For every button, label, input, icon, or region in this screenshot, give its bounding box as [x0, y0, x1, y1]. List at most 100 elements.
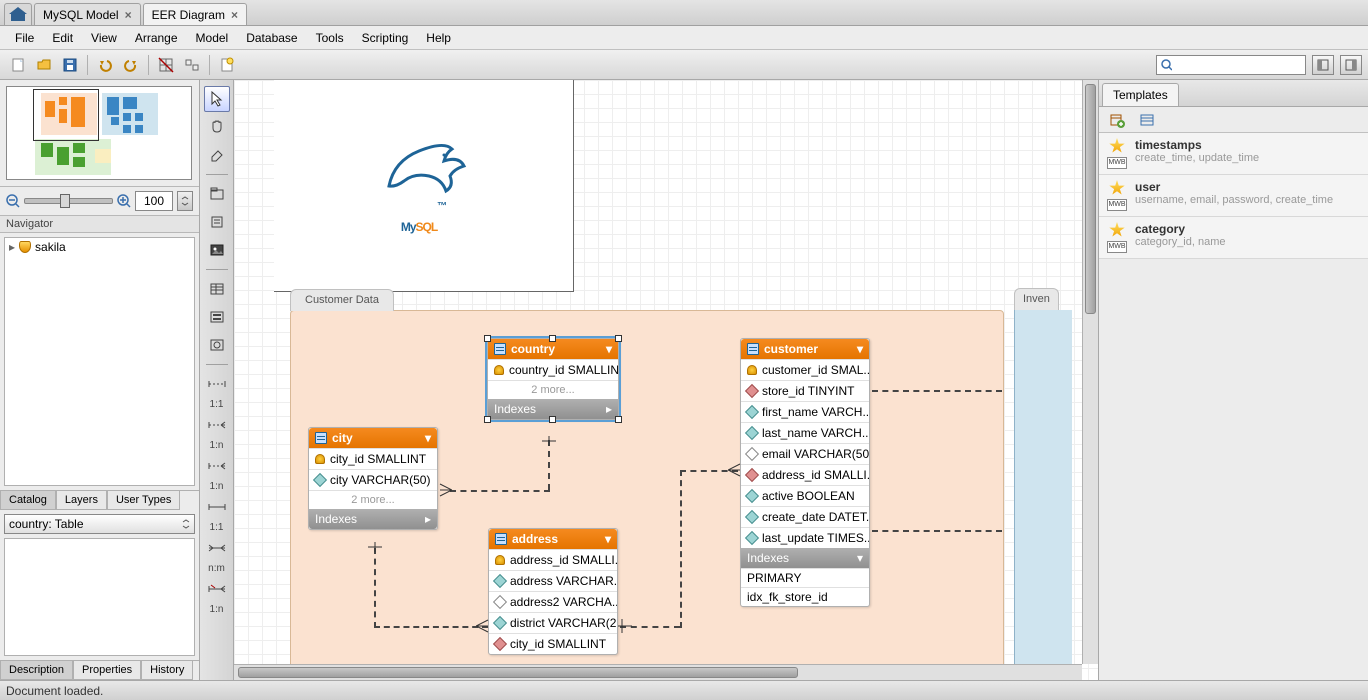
- tool-rel-1n-nonid[interactable]: [204, 412, 230, 438]
- table-column[interactable]: active BOOLEAN: [741, 485, 869, 506]
- horizontal-scrollbar[interactable]: [234, 664, 1082, 680]
- indexes-section[interactable]: Indexes▸: [309, 509, 437, 529]
- template-item-timestamps[interactable]: MWB timestamps create_time, update_time: [1099, 133, 1368, 175]
- table-customer[interactable]: customer▾ customer_id SMAL... store_id T…: [740, 338, 870, 607]
- catalog-tree[interactable]: ▸ sakila: [4, 237, 195, 486]
- layer-inventory[interactable]: Inven: [1014, 310, 1072, 680]
- detail-content[interactable]: [4, 538, 195, 656]
- search-input[interactable]: [1156, 55, 1306, 75]
- table-column[interactable]: address2 VARCHA...: [489, 591, 617, 612]
- menu-model[interactable]: Model: [187, 28, 238, 48]
- collapse-icon[interactable]: ▾: [425, 431, 431, 445]
- tool-layer[interactable]: [204, 181, 230, 207]
- expand-icon[interactable]: ▸: [425, 512, 431, 526]
- menu-scripting[interactable]: Scripting: [353, 28, 418, 48]
- tab-properties[interactable]: Properties: [73, 661, 141, 680]
- open-file-button[interactable]: [32, 54, 56, 76]
- save-button[interactable]: [58, 54, 82, 76]
- zoom-dropdown[interactable]: [177, 191, 193, 211]
- new-file-button[interactable]: [6, 54, 30, 76]
- tool-rel-11-id[interactable]: [204, 494, 230, 520]
- menu-arrange[interactable]: Arrange: [126, 28, 187, 48]
- table-column[interactable]: last_update TIMES...: [741, 527, 869, 548]
- more-columns[interactable]: 2 more...: [488, 380, 618, 399]
- table-column[interactable]: create_date DATET...: [741, 506, 869, 527]
- table-column[interactable]: customer_id SMAL...: [741, 359, 869, 380]
- menu-edit[interactable]: Edit: [43, 28, 82, 48]
- table-header[interactable]: city▾: [309, 428, 437, 448]
- table-address[interactable]: address▾ address_id SMALLI... address VA…: [488, 528, 618, 655]
- menu-help[interactable]: Help: [417, 28, 460, 48]
- tool-note[interactable]: [204, 209, 230, 235]
- table-column[interactable]: country_id SMALLINT: [488, 359, 618, 380]
- zoom-slider[interactable]: [24, 198, 113, 204]
- detail-selector[interactable]: country: Table: [4, 514, 195, 534]
- tab-history[interactable]: History: [141, 661, 193, 680]
- collapse-icon[interactable]: ▾: [857, 342, 863, 356]
- template-add-button[interactable]: [1105, 109, 1129, 131]
- tab-mysql-model[interactable]: MySQL Model ×: [34, 3, 141, 25]
- menu-database[interactable]: Database: [237, 28, 306, 48]
- panel-button-2[interactable]: [1340, 55, 1362, 75]
- slider-thumb[interactable]: [60, 194, 70, 208]
- undo-button[interactable]: [93, 54, 117, 76]
- template-item-category[interactable]: MWB category category_id, name: [1099, 217, 1368, 259]
- table-country[interactable]: country▾ country_id SMALLINT 2 more... I…: [487, 338, 619, 420]
- index-row[interactable]: idx_fk_store_id: [741, 587, 869, 606]
- tool-rel-nm[interactable]: [204, 535, 230, 561]
- tree-item-sakila[interactable]: ▸ sakila: [5, 238, 194, 256]
- scroll-thumb[interactable]: [238, 667, 798, 678]
- tab-catalog[interactable]: Catalog: [0, 491, 56, 510]
- layer-title[interactable]: Customer Data: [290, 289, 394, 311]
- tool-rel-existing[interactable]: [204, 576, 230, 602]
- tab-description[interactable]: Description: [0, 661, 73, 680]
- indexes-section[interactable]: Indexes▾: [741, 548, 869, 568]
- tool-pointer[interactable]: [204, 86, 230, 112]
- home-tab[interactable]: [4, 3, 32, 25]
- index-row[interactable]: PRIMARY: [741, 568, 869, 587]
- tool-view[interactable]: [204, 304, 230, 330]
- table-column[interactable]: email VARCHAR(50): [741, 443, 869, 464]
- align-button[interactable]: [180, 54, 204, 76]
- more-columns[interactable]: 2 more...: [309, 490, 437, 509]
- vertical-scrollbar[interactable]: [1082, 80, 1098, 664]
- zoom-in-icon[interactable]: [117, 194, 131, 208]
- search-field[interactable]: [1176, 59, 1301, 71]
- tool-rel-1n-nonid-2[interactable]: [204, 453, 230, 479]
- table-header[interactable]: country▾: [488, 339, 618, 359]
- template-grid-button[interactable]: [1135, 109, 1159, 131]
- table-column[interactable]: first_name VARCH...: [741, 401, 869, 422]
- menu-file[interactable]: File: [6, 28, 43, 48]
- collapse-icon[interactable]: ▾: [606, 342, 612, 356]
- tool-eraser[interactable]: [204, 142, 230, 168]
- new-sheet-button[interactable]: [215, 54, 239, 76]
- collapse-icon[interactable]: ▾: [605, 532, 611, 546]
- table-column[interactable]: address_id SMALLI...: [741, 464, 869, 485]
- expand-icon[interactable]: ▸: [9, 240, 15, 254]
- tab-layers[interactable]: Layers: [56, 491, 107, 510]
- zoom-value[interactable]: 100: [135, 191, 173, 211]
- scroll-thumb[interactable]: [1085, 84, 1096, 314]
- tool-rel-11-nonid[interactable]: [204, 371, 230, 397]
- table-column[interactable]: store_id TINYINT: [741, 380, 869, 401]
- table-column[interactable]: city_id SMALLINT: [489, 633, 617, 654]
- zoom-out-icon[interactable]: [6, 194, 20, 208]
- redo-button[interactable]: [119, 54, 143, 76]
- close-icon[interactable]: ×: [125, 8, 132, 22]
- tab-eer-diagram[interactable]: EER Diagram ×: [143, 3, 247, 25]
- mysql-logo-image[interactable]: MySQL™: [274, 80, 574, 292]
- tool-table[interactable]: [204, 276, 230, 302]
- table-column[interactable]: last_name VARCH...: [741, 422, 869, 443]
- tool-image[interactable]: [204, 237, 230, 263]
- table-column[interactable]: district VARCHAR(20): [489, 612, 617, 633]
- table-column[interactable]: city VARCHAR(50): [309, 469, 437, 490]
- table-column[interactable]: address VARCHAR...: [489, 570, 617, 591]
- navigator-preview[interactable]: [0, 80, 199, 187]
- close-icon[interactable]: ×: [231, 8, 238, 22]
- grid-button[interactable]: [154, 54, 178, 76]
- expand-icon[interactable]: ▸: [606, 402, 612, 416]
- tool-hand[interactable]: [204, 114, 230, 140]
- tab-usertypes[interactable]: User Types: [107, 491, 180, 510]
- preview-canvas[interactable]: [6, 86, 192, 180]
- table-column[interactable]: address_id SMALLI...: [489, 549, 617, 570]
